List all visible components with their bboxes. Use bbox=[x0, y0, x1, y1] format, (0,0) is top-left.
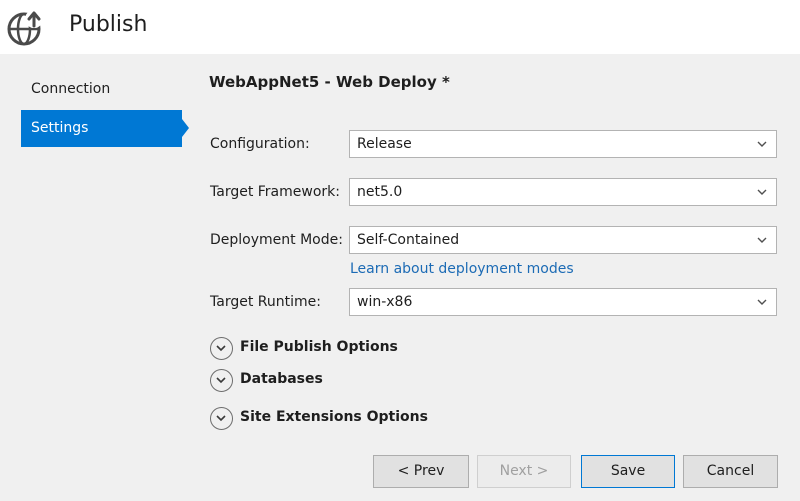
chevron-down-icon bbox=[757, 237, 767, 243]
prev-button[interactable]: < Prev bbox=[373, 455, 469, 488]
deployment-mode-label: Deployment Mode: bbox=[210, 232, 343, 248]
configuration-label: Configuration: bbox=[210, 136, 310, 152]
chevron-down-icon bbox=[757, 299, 767, 305]
dialog-header: Publish bbox=[0, 0, 800, 54]
dialog-title: Publish bbox=[69, 12, 148, 37]
deployment-mode-dropdown[interactable]: Self-Contained bbox=[349, 226, 777, 254]
deployment-mode-value: Self-Contained bbox=[357, 232, 460, 248]
sidebar-item-connection[interactable]: Connection bbox=[21, 71, 182, 108]
cancel-button[interactable]: Cancel bbox=[683, 455, 778, 488]
save-button[interactable]: Save bbox=[581, 455, 675, 488]
learn-deployment-modes-link[interactable]: Learn about deployment modes bbox=[350, 261, 574, 277]
target-runtime-label: Target Runtime: bbox=[210, 294, 321, 310]
target-framework-dropdown[interactable]: net5.0 bbox=[349, 178, 777, 206]
chevron-down-icon bbox=[757, 189, 767, 195]
selected-item-pointer bbox=[182, 119, 189, 137]
expand-chevron-icon bbox=[210, 337, 233, 360]
target-runtime-value: win-x86 bbox=[357, 294, 413, 310]
target-framework-label: Target Framework: bbox=[210, 184, 340, 200]
profile-title: WebAppNet5 - Web Deploy * bbox=[209, 73, 450, 91]
expand-chevron-icon bbox=[210, 369, 233, 392]
target-framework-value: net5.0 bbox=[357, 184, 403, 200]
chevron-down-icon bbox=[757, 141, 767, 147]
globe-publish-icon bbox=[7, 10, 43, 46]
configuration-dropdown[interactable]: Release bbox=[349, 130, 777, 158]
site-extensions-options-label: Site Extensions Options bbox=[240, 409, 428, 425]
file-publish-options-label: File Publish Options bbox=[240, 339, 398, 355]
expand-chevron-icon bbox=[210, 407, 233, 430]
target-runtime-dropdown[interactable]: win-x86 bbox=[349, 288, 777, 316]
sidebar-item-settings[interactable]: Settings bbox=[21, 110, 182, 147]
configuration-value: Release bbox=[357, 136, 412, 152]
next-button[interactable]: Next > bbox=[477, 455, 571, 488]
databases-label: Databases bbox=[240, 371, 323, 387]
